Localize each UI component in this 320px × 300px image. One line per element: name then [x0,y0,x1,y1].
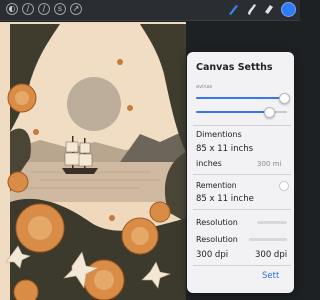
orientation-value[interactable]: 85 x 11 inche [196,194,254,204]
eraser-icon[interactable] [262,2,276,16]
slider-2[interactable] [196,107,287,118]
divider [193,209,291,210]
magic-wand-icon[interactable]: ∕ [38,3,50,15]
orientation-toggle[interactable] [279,181,289,191]
selection-icon[interactable]: s [54,3,66,15]
slider-1-knob[interactable] [279,93,290,104]
resolution-label: Resolution [196,235,238,244]
divider [193,265,291,266]
top-toolbar: ◐ ∕ ∕ s ↗ [0,0,300,21]
resolution-bar [257,221,287,224]
smudge-icon[interactable] [244,2,258,16]
resolution-left-value[interactable]: 300 dpi [196,250,228,260]
units-label[interactable]: inches [196,159,222,168]
artwork-image [5,24,186,300]
orientation-label: Remention [196,181,237,190]
slider-1[interactable] [196,93,290,104]
dimensions-value[interactable]: 85 x 11 inchs [196,144,253,154]
dimensions-label: Dimentions [196,130,242,139]
wrench-icon[interactable]: ∕ [22,3,34,15]
slider-2-knob[interactable] [264,107,275,118]
transform-icon[interactable]: ↗ [70,3,82,15]
panel-subtitle: avinas [196,84,213,90]
panel-title: Canvas Setths [196,62,273,73]
units-value: 300 mi [257,160,282,168]
set-button[interactable]: Sett [262,271,279,281]
divider [193,125,291,126]
resolution-bar [249,238,287,241]
resolution-header: Resolution [196,218,238,227]
canvas-settings-panel: Canvas Setths avinas Dimentions 85 x 11 … [187,52,294,293]
brush-icon[interactable] [226,2,240,16]
gallery-icon[interactable]: ◐ [6,3,18,15]
divider [193,174,291,175]
resolution-right-value[interactable]: 300 dpi [255,250,287,260]
color-picker-icon[interactable] [281,2,296,17]
